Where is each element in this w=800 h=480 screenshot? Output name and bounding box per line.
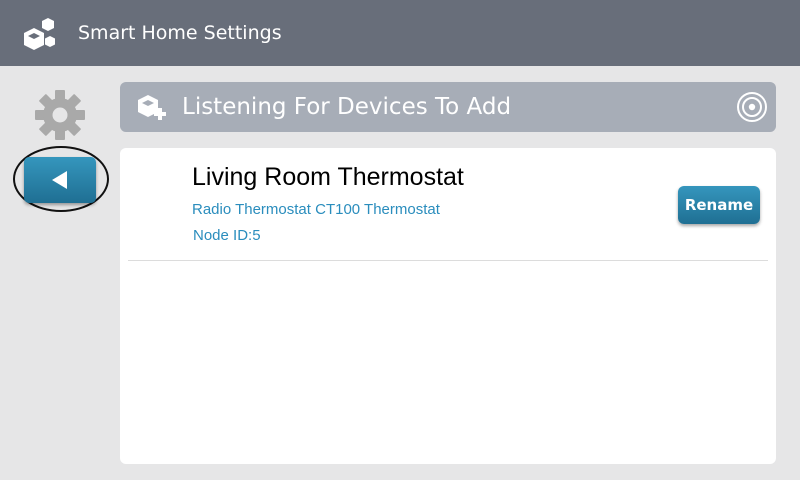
device-model: Radio Thermostat CT100 Thermostat (192, 201, 440, 218)
device-name: Living Room Thermostat (192, 163, 464, 191)
device-node-id: Node ID:5 (193, 227, 261, 244)
device-list-panel: Living Room Thermostat Radio Thermostat … (120, 148, 776, 464)
status-bar: Listening For Devices To Add (120, 82, 776, 132)
rename-button[interactable]: Rename (678, 186, 760, 224)
app-header: Smart Home Settings (0, 0, 800, 66)
triangle-left-icon (52, 171, 67, 189)
status-message: Listening For Devices To Add (182, 94, 512, 120)
cubes-logo-icon (24, 18, 55, 50)
listening-target-icon (737, 92, 767, 122)
app-window: Smart Home Settings Listening For Device… (0, 0, 800, 480)
device-list-item: Living Room Thermostat Radio Thermostat … (128, 148, 768, 261)
gear-icon[interactable] (33, 88, 87, 142)
app-title: Smart Home Settings (78, 22, 282, 44)
back-button[interactable] (24, 157, 96, 203)
add-device-icon (138, 95, 166, 120)
